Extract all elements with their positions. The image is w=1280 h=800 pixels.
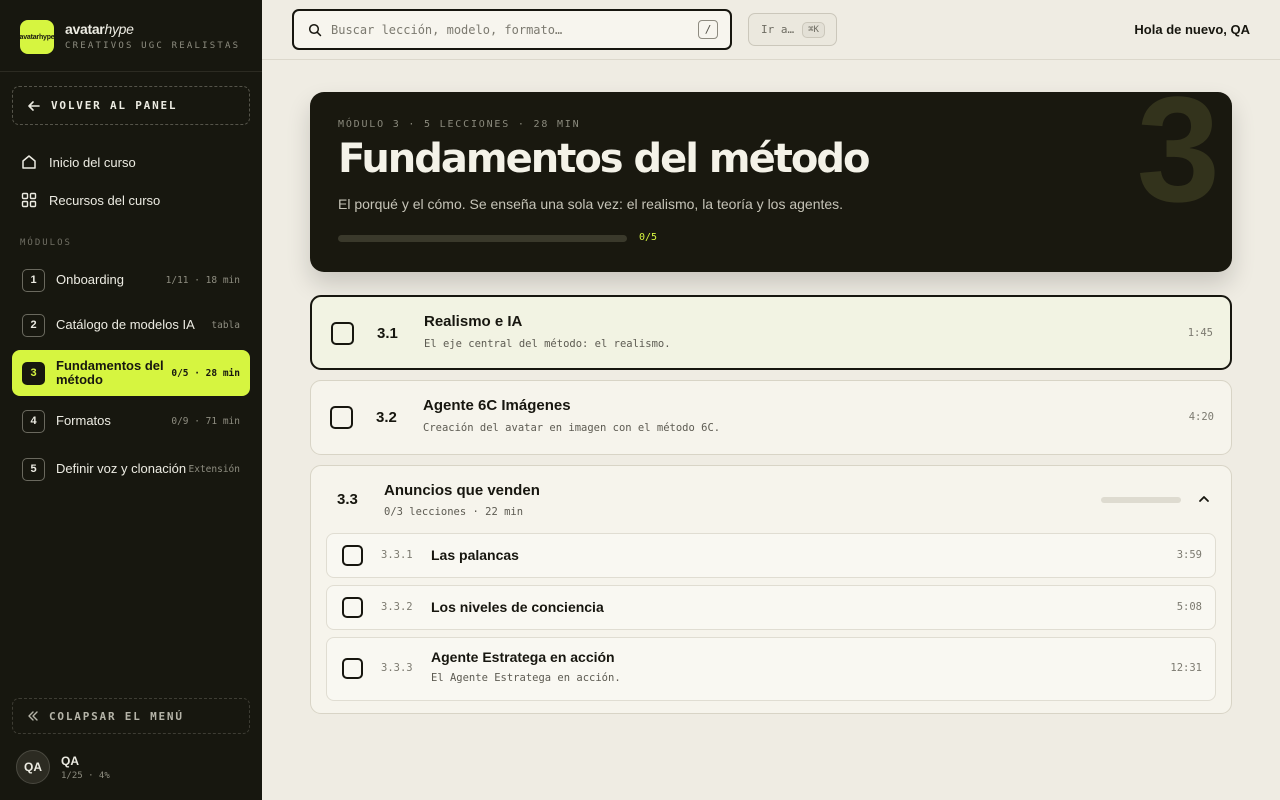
brand-name-main: avatar: [65, 21, 105, 37]
go-to-button[interactable]: Ir a… ⌘K: [748, 13, 837, 46]
back-to-dashboard-label: VOLVER AL PANEL: [51, 99, 178, 112]
module-meta: 1/11 · 18 min: [165, 274, 240, 286]
lesson-group-3-3: 3.3 Anuncios que venden 0/3 lecciones · …: [310, 465, 1232, 714]
brand-subtitle: CREATIVOS UGC REALISTAS: [65, 41, 241, 51]
module-title: Catálogo de modelos IA: [56, 317, 195, 332]
module-number: 2: [22, 313, 45, 337]
sub-lesson-number: 3.3.2: [381, 601, 413, 613]
search-input[interactable]: [331, 22, 681, 37]
module-item-5[interactable]: 5 Definir voz y clonación Extensión: [12, 446, 250, 492]
chevron-up-icon[interactable]: [1197, 492, 1211, 506]
search-icon: [308, 23, 322, 36]
arrow-left-icon: [28, 100, 40, 111]
module-item-4[interactable]: 4 Formatos 0/9 · 71 min: [12, 398, 250, 444]
grid-icon: [21, 192, 37, 208]
lesson-title: Realismo e IA: [424, 313, 523, 330]
module-item-1[interactable]: 1 Onboarding 1/11 · 18 min: [12, 257, 250, 303]
module-number: 1: [22, 268, 45, 292]
module-progress-count: 0/5: [639, 232, 658, 243]
user-profile[interactable]: QA QA 1/25 · 4%: [16, 750, 110, 784]
lesson-number: 3.1: [377, 325, 398, 342]
sidebar: avatarhype avatarhype CREATIVOS UGC REAL…: [0, 0, 262, 800]
brand-name: avatarhype: [65, 21, 134, 37]
module-title: Fundamentos del método: [56, 358, 164, 387]
collapse-menu-button[interactable]: COLAPSAR EL MENÚ: [12, 698, 250, 734]
lesson-group-progress-bar: [1101, 497, 1181, 503]
lesson-duration: 1:45: [1187, 327, 1213, 339]
back-to-dashboard-button[interactable]: VOLVER AL PANEL: [12, 86, 250, 125]
lesson-description: Creación del avatar en imagen con el mét…: [423, 422, 721, 434]
user-name: QA: [61, 753, 79, 768]
module-meta: 0/9 · 71 min: [171, 415, 240, 427]
module-meta: tabla: [211, 319, 240, 331]
search-box[interactable]: /: [292, 9, 732, 50]
hero-meta: MÓDULO 3 · 5 LECCIONES · 28 MIN: [338, 119, 581, 130]
nav-course-resources[interactable]: Recursos del curso: [20, 188, 250, 212]
avatar: QA: [16, 750, 50, 784]
sub-lesson-title: Las palancas: [431, 547, 519, 563]
lesson-checkbox[interactable]: [330, 406, 353, 429]
collapse-menu-label: COLAPSAR EL MENÚ: [49, 709, 184, 723]
module-meta: Extensión: [188, 463, 240, 475]
module-number: 3: [22, 361, 45, 385]
user-progress-stats: 1/25 · 4%: [61, 770, 110, 781]
go-to-label: Ir a…: [761, 23, 795, 36]
lesson-number: 3.2: [376, 409, 397, 426]
home-icon: [22, 155, 36, 169]
topbar: / Ir a… ⌘K Hola de nuevo, QA: [262, 0, 1280, 60]
brand-header: avatarhype avatarhype CREATIVOS UGC REAL…: [0, 0, 262, 72]
module-meta: 0/5 · 28 min: [171, 367, 240, 379]
module-title: Onboarding: [56, 272, 124, 287]
hero-module-number: 3: [1136, 92, 1220, 233]
go-to-shortcut-key: ⌘K: [802, 21, 825, 38]
sub-lesson-description: El Agente Estratega en acción.: [431, 672, 621, 684]
lesson-group-number: 3.3: [337, 491, 358, 508]
sub-lesson-duration: 5:08: [1176, 601, 1202, 613]
lesson-checkbox[interactable]: [331, 322, 354, 345]
lesson-duration: 4:20: [1188, 411, 1214, 423]
sub-lesson-row-3-3-2[interactable]: 3.3.2 Los niveles de conciencia 5:08: [326, 585, 1216, 630]
sub-lesson-checkbox[interactable]: [342, 658, 363, 679]
lesson-group-title[interactable]: Anuncios que venden: [384, 482, 540, 499]
module-number: 4: [22, 409, 45, 433]
sub-lesson-duration: 12:31: [1170, 662, 1202, 674]
module-title: Definir voz y clonación: [56, 461, 187, 476]
lesson-group-meta: 0/3 lecciones · 22 min: [384, 506, 524, 518]
module-title: Formatos: [56, 413, 111, 428]
chevrons-left-icon: [28, 711, 38, 721]
brand-name-accent: hype: [104, 21, 134, 37]
brand-logo[interactable]: avatarhype: [19, 20, 55, 54]
sub-lesson-checkbox[interactable]: [342, 597, 363, 618]
sub-lesson-row-3-3-1[interactable]: 3.3.1 Las palancas 3:59: [326, 533, 1216, 578]
search-shortcut-key: /: [698, 20, 718, 39]
sub-lesson-title: Los niveles de conciencia: [431, 599, 604, 615]
page-title: Fundamentos del método: [338, 136, 870, 182]
sub-lesson-row-3-3-3[interactable]: 3.3.3 Agente Estratega en acción El Agen…: [326, 637, 1216, 701]
brand-logo-text: avatarhype: [19, 33, 55, 41]
sub-lesson-number: 3.3.3: [381, 662, 413, 674]
sub-lesson-duration: 3:59: [1176, 549, 1202, 561]
hero-description: El porqué y el cómo. Se enseña una sola …: [338, 196, 844, 212]
nav-course-home[interactable]: Inicio del curso: [20, 150, 250, 174]
module-number: 5: [22, 457, 45, 481]
lesson-description: El eje central del método: el realismo.: [424, 338, 671, 350]
nav-course-resources-label: Recursos del curso: [49, 192, 161, 208]
lesson-row-3-2[interactable]: 3.2 Agente 6C Imágenes Creación del avat…: [310, 380, 1232, 455]
lesson-title: Agente 6C Imágenes: [423, 397, 571, 414]
module-hero: 3 MÓDULO 3 · 5 LECCIONES · 28 MIN Fundam…: [310, 92, 1232, 272]
modules-section-label: MÓDULOS: [20, 238, 72, 248]
sub-lesson-number: 3.3.1: [381, 549, 413, 561]
module-progress-bar: [338, 235, 627, 242]
sub-lesson-checkbox[interactable]: [342, 545, 363, 566]
module-item-2[interactable]: 2 Catálogo de modelos IA tabla: [12, 302, 250, 348]
module-item-3[interactable]: 3 Fundamentos del método 0/5 · 28 min: [12, 350, 250, 396]
sub-lesson-title: Agente Estratega en acción: [431, 649, 615, 665]
user-greeting: Hola de nuevo, QA: [1134, 22, 1250, 37]
lesson-row-3-1[interactable]: 3.1 Realismo e IA El eje central del mét…: [310, 295, 1232, 370]
nav-course-home-label: Inicio del curso: [49, 154, 136, 170]
